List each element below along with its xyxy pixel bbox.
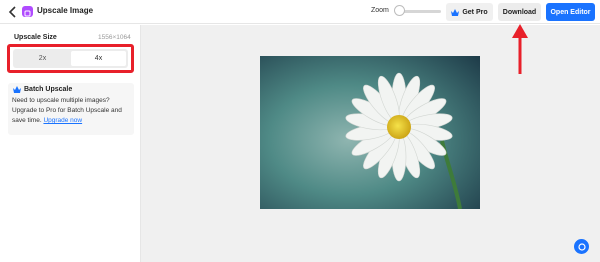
page-title: Upscale Image bbox=[37, 6, 94, 15]
upscale-size-label: Upscale Size bbox=[14, 34, 57, 41]
zoom-label: Zoom bbox=[371, 7, 389, 14]
batch-upscale-text: Need to upscale multiple images? Upgrade… bbox=[12, 96, 133, 126]
zoom-slider-handle[interactable] bbox=[394, 5, 405, 16]
back-arrow-icon[interactable] bbox=[8, 6, 18, 18]
download-label: Download bbox=[502, 8, 537, 16]
upscale-dimensions: 1556×1064 bbox=[98, 34, 131, 41]
batch-upscale-title: Batch Upscale bbox=[13, 86, 72, 93]
get-pro-label: Get Pro bbox=[462, 8, 488, 16]
chat-button[interactable] bbox=[574, 239, 589, 254]
image-preview bbox=[260, 56, 480, 209]
open-editor-button[interactable]: Open Editor bbox=[546, 3, 595, 21]
upgrade-now-link[interactable]: Upgrade now bbox=[43, 117, 82, 124]
highlight-box bbox=[7, 44, 134, 73]
chat-icon bbox=[577, 242, 586, 251]
crown-icon bbox=[451, 8, 460, 16]
batch-title-label: Batch Upscale bbox=[24, 86, 73, 93]
download-button[interactable]: Download bbox=[498, 3, 541, 21]
app-logo-icon bbox=[22, 6, 33, 17]
get-pro-button[interactable]: Get Pro bbox=[446, 3, 493, 21]
annotation-arrow bbox=[512, 24, 528, 74]
crown-icon bbox=[13, 86, 21, 93]
open-editor-label: Open Editor bbox=[550, 8, 591, 16]
